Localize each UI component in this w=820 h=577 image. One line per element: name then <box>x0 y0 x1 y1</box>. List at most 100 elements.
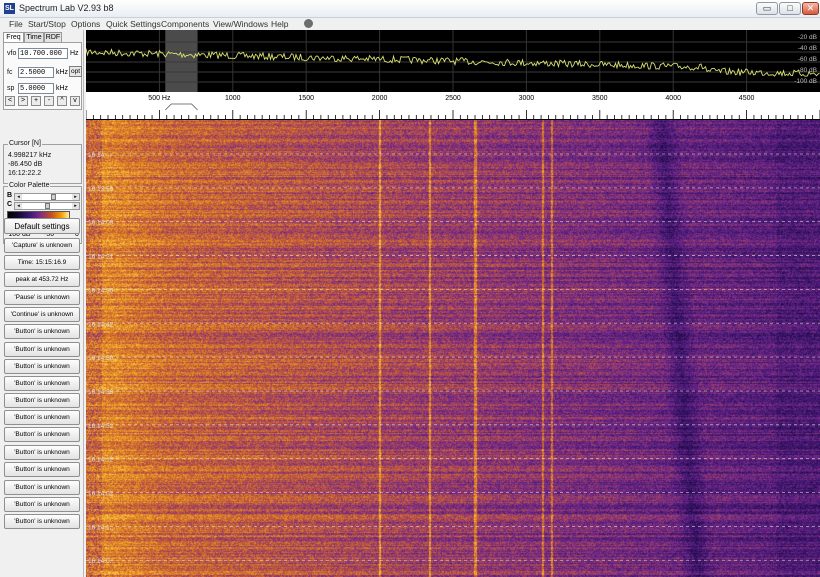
step-left-button[interactable]: < <box>5 96 15 106</box>
freq-tick-label: 2500 <box>445 95 461 102</box>
brightness-thumb[interactable] <box>51 194 56 200</box>
time-marker-label: 16:14:30 <box>88 287 114 294</box>
db-label: -60 dB <box>798 56 817 63</box>
user-button-8[interactable]: 'Button' is unknown <box>4 445 80 460</box>
menu-options[interactable]: Options <box>71 18 100 30</box>
control-panel: Freq Time RDF vfo 10.700.000 Hz fc 2.500… <box>0 30 84 577</box>
step-right-button[interactable]: > <box>18 96 28 106</box>
band-marker[interactable] <box>164 103 198 111</box>
user-button-7[interactable]: 'Button' is unknown <box>4 427 80 442</box>
time-marker-label: 16:14:50 <box>88 355 114 362</box>
maximize-button[interactable]: □ <box>779 2 801 15</box>
time-marker-label: 16:13:59 <box>88 186 114 193</box>
menu-help[interactable]: Help <box>271 18 288 30</box>
time-marker-label: 16:14:... <box>88 152 112 159</box>
menu-components[interactable]: Components <box>161 18 209 30</box>
contrast-label: C <box>7 201 13 208</box>
time-marker-label: 16:14:52 <box>88 423 114 430</box>
freq-tick-label: 4500 <box>739 95 755 102</box>
freq-tick-label: 1000 <box>225 95 241 102</box>
cursor-frequency: 4.998217 kHz <box>8 152 52 159</box>
user-button-12[interactable]: 'Button' is unknown <box>4 514 80 529</box>
spectrum-graph[interactable]: -20 dB -40 dB -60 dB -80 dB -100 dB <box>86 30 820 92</box>
time-button[interactable]: Time: 15:15:16.9 <box>4 255 80 270</box>
cursor-time: 16:12:22.2 <box>8 170 42 177</box>
pause-button[interactable]: 'Pause' is unknown <box>4 290 80 305</box>
time-marker-label: 16:14:02 <box>88 491 114 498</box>
status-dot-icon <box>304 19 313 28</box>
db-label: -20 dB <box>798 34 817 41</box>
contrast-slider[interactable]: ◂ ▸ <box>14 202 80 210</box>
menu-start-stop[interactable]: Start/Stop <box>28 18 66 30</box>
menu-view-windows[interactable]: View/Windows <box>213 18 268 30</box>
zoom-out-button[interactable]: - <box>44 96 54 106</box>
user-button-1[interactable]: 'Button' is unknown <box>4 324 80 339</box>
zoom-in-button[interactable]: + <box>31 96 41 106</box>
capture-button[interactable]: 'Capture' is unknown <box>4 238 80 253</box>
palette-title: Color Palette <box>8 182 51 189</box>
user-button-3[interactable]: 'Button' is unknown <box>4 359 80 374</box>
sp-label: sp <box>7 85 15 92</box>
vfo-input[interactable]: 10.700.000 <box>18 48 68 59</box>
app-icon: SL <box>4 3 15 14</box>
sp-unit: kHz <box>56 85 69 92</box>
time-marker-label: 16:14:12 <box>88 457 114 464</box>
step-down-button[interactable]: v <box>70 96 80 106</box>
time-marker-label: 16:14:09 <box>88 220 114 227</box>
brightness-label: B <box>7 192 13 199</box>
vfo-label: vfo <box>7 50 17 57</box>
tab-time[interactable]: Time <box>24 32 44 42</box>
arrow-right-icon[interactable]: ▸ <box>72 203 79 209</box>
step-up-button[interactable]: ^ <box>57 96 67 106</box>
freq-tick-label: 500 Hz <box>148 95 171 102</box>
opt-button[interactable]: opt <box>69 66 82 77</box>
waterfall-display[interactable]: 16:14:... 16:13:59 16:14:09 16:14:21 16:14:3… <box>86 120 820 577</box>
time-marker-label: 16:14:1... <box>88 524 115 531</box>
title-bar: SL Spectrum Lab V2.93 b8 ▭ □ ✕ <box>0 0 820 18</box>
user-button-2[interactable]: 'Button' is unknown <box>4 342 80 357</box>
tab-rdf[interactable]: RDF <box>44 32 62 42</box>
cursor-level: -86.450 dB <box>8 161 43 168</box>
time-marker-label: 16:14:42 <box>88 321 114 328</box>
window-title: Spectrum Lab V2.93 b8 <box>19 3 114 13</box>
user-button-10[interactable]: 'Button' is unknown <box>4 480 80 495</box>
freq-tick-label: 4000 <box>665 95 681 102</box>
peak-button[interactable]: peak at 453.72 Hz <box>4 272 80 287</box>
selection-band[interactable] <box>165 30 198 92</box>
close-button[interactable]: ✕ <box>802 2 819 15</box>
cursor-readout: Cursor [N] 4.998217 kHz -86.450 dB 16:12… <box>3 140 82 184</box>
arrow-right-icon[interactable]: ▸ <box>72 194 79 200</box>
minimize-button[interactable]: ▭ <box>756 2 778 15</box>
brightness-slider[interactable]: ◂ ▸ <box>14 193 80 201</box>
db-label: -100 dB <box>794 78 817 85</box>
user-button-6[interactable]: 'Button' is unknown <box>4 410 80 425</box>
frequency-scale[interactable]: 500 Hz 1000 1500 2000 2500 3000 3500 4000 4500 <box>86 92 820 120</box>
menu-bar: File Start/Stop Options Quick Settings C… <box>0 18 820 30</box>
user-button-5[interactable]: 'Button' is unknown <box>4 393 80 408</box>
menu-quick-settings[interactable]: Quick Settings <box>106 18 161 30</box>
time-marker-label: 16:14:21 <box>88 254 114 261</box>
contrast-thumb[interactable] <box>45 203 50 209</box>
vfo-unit: Hz <box>70 50 79 57</box>
sp-input[interactable]: 5.0000 <box>18 83 54 94</box>
color-palette: Color Palette B ◂ ▸ C ◂ ▸ -100 dB -50 0 <box>3 182 82 244</box>
db-label: -40 dB <box>798 45 817 52</box>
frequency-axis[interactable]: 500 Hz 1000 1500 2000 2500 3000 3500 4000 4500 <box>86 92 820 120</box>
freq-tick-label: 3500 <box>592 95 608 102</box>
waterfall-overlay: 16:14:... 16:13:59 16:14:09 16:14:21 16:14:3… <box>86 152 820 565</box>
db-label: -80 dB <box>798 67 817 74</box>
freq-tick-label: 1500 <box>298 95 314 102</box>
menu-file[interactable]: File <box>9 18 23 30</box>
time-marker-label: 16:14:33 <box>88 389 114 396</box>
user-button-11[interactable]: 'Button' is unknown <box>4 497 80 512</box>
user-button-9[interactable]: 'Button' is unknown <box>4 462 80 477</box>
arrow-left-icon[interactable]: ◂ <box>15 194 22 200</box>
user-button-4[interactable]: 'Button' is unknown <box>4 376 80 391</box>
default-settings-button[interactable]: Default settings <box>4 218 80 234</box>
continue-button[interactable]: 'Continue' is unknown <box>4 307 80 322</box>
fc-input[interactable]: 2.5000 <box>18 67 54 78</box>
fc-unit: kHz <box>56 69 69 76</box>
arrow-left-icon[interactable]: ◂ <box>15 203 22 209</box>
time-marker-label: 16:14:0... <box>88 558 115 565</box>
spectrum-plot[interactable]: -20 dB -40 dB -60 dB -80 dB -100 dB <box>86 30 820 92</box>
